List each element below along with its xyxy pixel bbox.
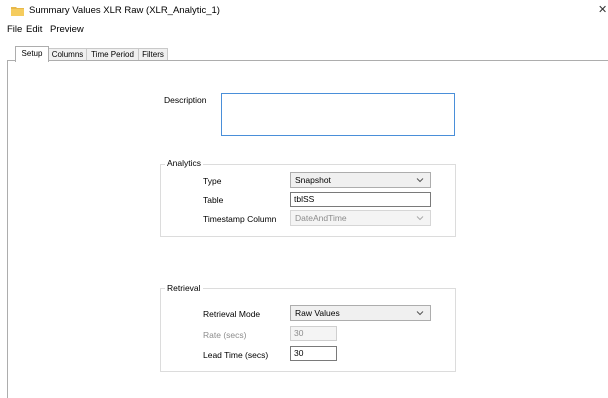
window-title: Summary Values XLR Raw (XLR_Analytic_1) (29, 5, 220, 16)
timestamp-column-value: DateAndTime (295, 213, 347, 223)
folder-icon (11, 7, 24, 16)
retrieval-legend: Retrieval (165, 283, 203, 293)
chevron-down-icon (416, 311, 424, 316)
description-textarea[interactable] (221, 93, 455, 136)
menu-edit[interactable]: Edit (26, 24, 42, 35)
menu-bar: File Edit Preview (0, 22, 608, 36)
table-label: Table (203, 195, 224, 205)
lead-time-field[interactable]: 30 (290, 346, 337, 361)
retrieval-mode-value: Raw Values (295, 308, 340, 318)
menu-file[interactable]: File (7, 24, 22, 35)
rate-field: 30 (290, 326, 337, 341)
retrieval-mode-label: Retrieval Mode (203, 309, 261, 319)
type-label: Type (203, 176, 222, 186)
tab-setup[interactable]: Setup (15, 46, 49, 62)
type-select[interactable]: Snapshot (290, 172, 431, 188)
menu-preview[interactable]: Preview (50, 24, 84, 35)
lead-time-label: Lead Time (secs) (203, 350, 269, 360)
table-field[interactable]: tblSS (290, 192, 431, 207)
type-select-value: Snapshot (295, 175, 331, 185)
close-icon[interactable]: ✕ (598, 3, 608, 17)
chevron-down-icon (416, 178, 424, 183)
retrieval-mode-select[interactable]: Raw Values (290, 305, 431, 321)
title-bar: Summary Values XLR Raw (XLR_Analytic_1) … (0, 0, 608, 20)
description-label: Description (164, 95, 207, 105)
rate-label: Rate (secs) (203, 330, 247, 340)
timestamp-column-select: DateAndTime (290, 210, 431, 226)
chevron-down-icon (416, 216, 424, 221)
timestamp-column-label: Timestamp Column (203, 214, 277, 224)
analytics-legend: Analytics (165, 158, 204, 168)
tab-strip: Setup Columns Time Period Filters (0, 44, 608, 62)
